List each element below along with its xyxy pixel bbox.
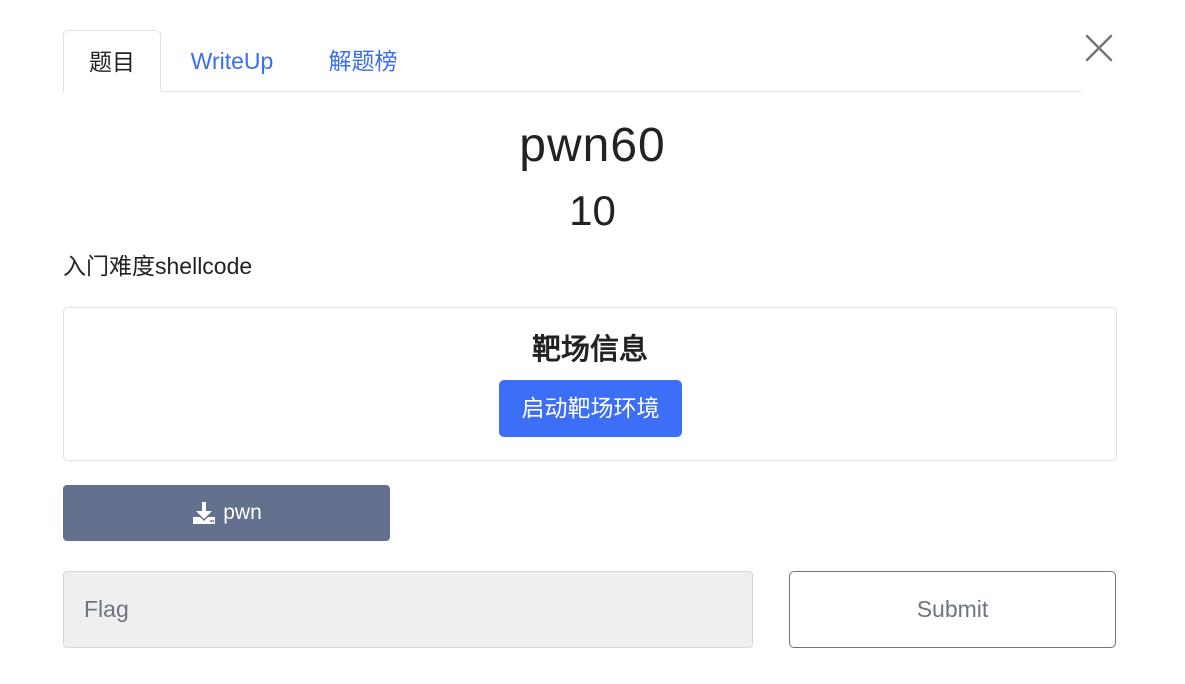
close-icon <box>1085 34 1113 62</box>
range-info-card: 靶场信息 启动靶场环境 <box>63 307 1117 461</box>
tab-challenge[interactable]: 题目 <box>63 30 161 92</box>
challenge-description: 入门难度shellcode <box>63 253 253 279</box>
submit-button[interactable]: Submit <box>789 571 1116 648</box>
range-info-title: 靶场信息 <box>531 334 648 366</box>
challenge-tabs: 题目 WriteUp 解题榜 <box>63 30 1081 92</box>
challenge-modal: 题目 WriteUp 解题榜 pwn60 10 入门难度shellcode 靶场… <box>0 0 1185 684</box>
tab-writeup[interactable]: WriteUp <box>171 30 293 92</box>
download-file-label: pwn <box>223 501 262 524</box>
download-icon <box>193 502 216 524</box>
flag-input[interactable] <box>63 571 753 648</box>
download-file-button[interactable]: pwn <box>63 485 390 541</box>
tab-solves[interactable]: 解题榜 <box>313 30 413 92</box>
close-button[interactable] <box>1084 33 1114 63</box>
challenge-value: 10 <box>569 187 616 234</box>
challenge-name: pwn60 <box>519 119 666 172</box>
start-range-button[interactable]: 启动靶场环境 <box>499 380 682 437</box>
